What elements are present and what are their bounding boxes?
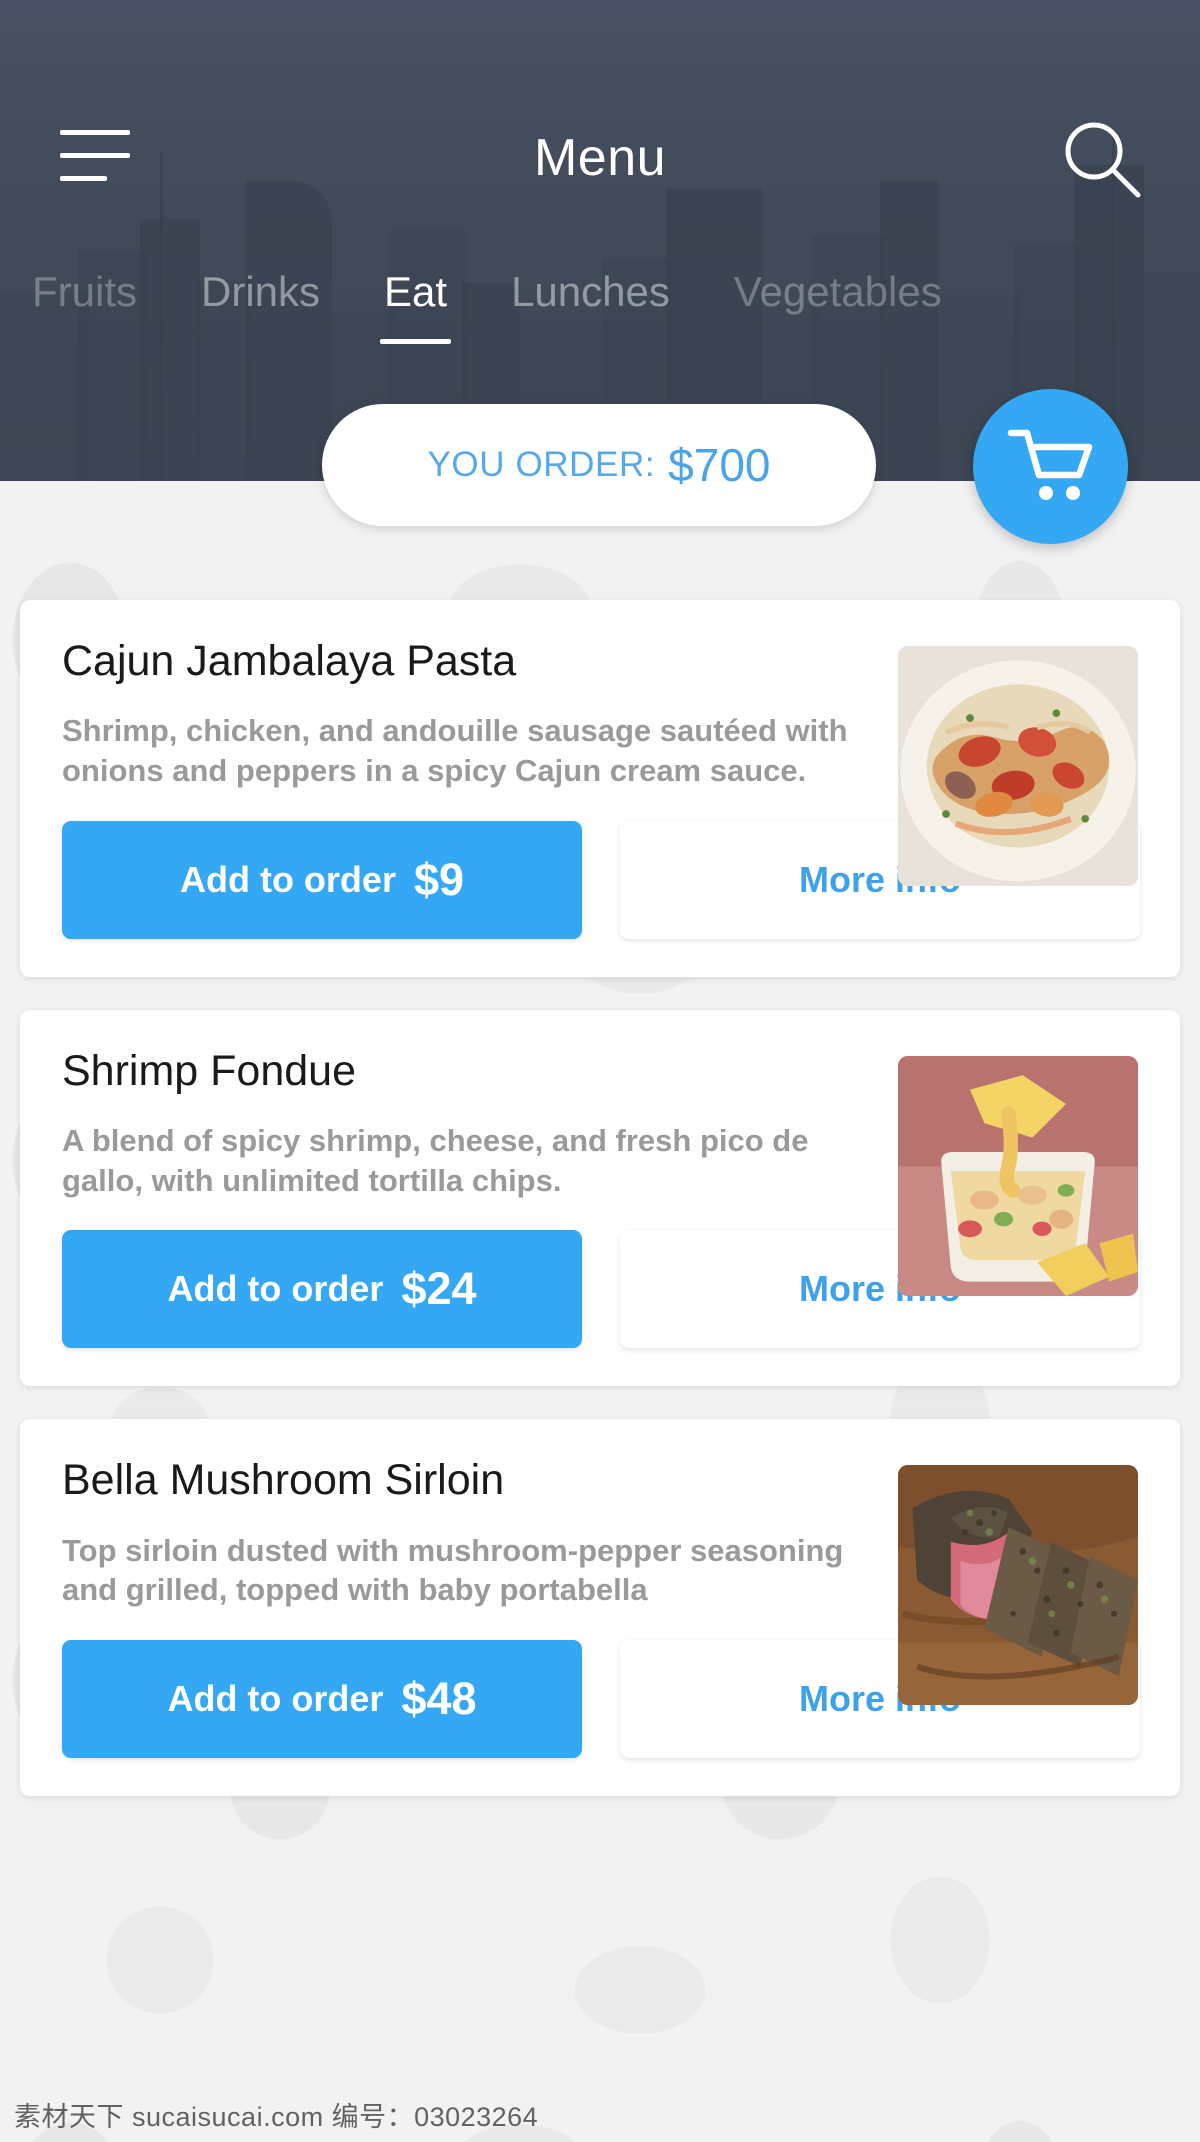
add-to-order-price: $48 — [401, 1672, 477, 1724]
app-root: Menu Fruits Drinks Eat Lunches Vegetable… — [0, 0, 1200, 2142]
category-tabs: Fruits Drinks Eat Lunches Vegetables — [0, 268, 1200, 378]
shopping-cart-icon[interactable] — [973, 389, 1128, 544]
menu-item-card[interactable]: Cajun Jambalaya Pasta Shrimp, chicken, a… — [20, 600, 1180, 977]
tab-lunches-label: Lunches — [511, 268, 670, 315]
tab-vegetables-label: Vegetables — [733, 268, 942, 315]
tab-lunches[interactable]: Lunches — [479, 268, 702, 316]
tab-fruits-label: Fruits — [32, 268, 137, 315]
add-to-order-label: Add to order — [167, 1268, 384, 1310]
add-to-order-label: Add to order — [167, 1677, 384, 1719]
tab-drinks-label: Drinks — [201, 268, 321, 315]
tab-vegetables[interactable]: Vegetables — [702, 268, 974, 316]
cheese-fondue-photo — [898, 1055, 1138, 1296]
add-to-order-price: $9 — [413, 853, 465, 905]
tab-fruits[interactable]: Fruits — [0, 268, 169, 316]
order-total-pill[interactable]: YOU ORDER: $700 — [322, 404, 876, 526]
menu-item-card[interactable]: Shrimp Fondue A blend of spicy shrimp, c… — [20, 1009, 1180, 1387]
add-to-order-button[interactable]: Add to order $48 — [62, 1639, 582, 1758]
add-to-order-button[interactable]: Add to order $9 — [62, 820, 582, 939]
pasta-shrimp-photo — [898, 646, 1138, 886]
search-icon[interactable] — [1061, 118, 1145, 202]
tab-eat[interactable]: Eat — [352, 268, 479, 344]
menu-item-card[interactable]: Bella Mushroom Sirloin Top sirloin duste… — [20, 1419, 1180, 1796]
page-title: Menu — [533, 129, 667, 187]
add-to-order-price: $24 — [401, 1263, 477, 1315]
tab-drinks[interactable]: Drinks — [169, 268, 352, 316]
order-total-amount: $700 — [668, 439, 771, 491]
menu-item-list: Cajun Jambalaya Pasta Shrimp, chicken, a… — [0, 600, 1200, 1829]
source-watermark: 素材天下 sucaisucai.com 编号：03023264 — [14, 2102, 539, 2132]
sliced-steak-photo — [898, 1465, 1138, 1706]
tab-eat-label: Eat — [384, 268, 448, 315]
add-to-order-label: Add to order — [179, 858, 396, 900]
order-total-label: YOU ORDER: — [427, 445, 656, 484]
add-to-order-button[interactable]: Add to order $24 — [62, 1230, 582, 1349]
